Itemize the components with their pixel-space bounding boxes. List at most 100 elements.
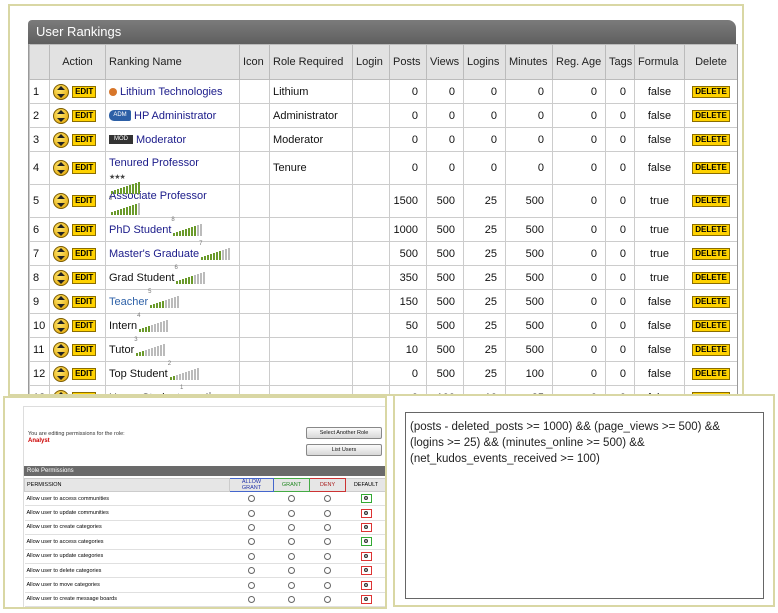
deny-radio[interactable] xyxy=(324,538,331,546)
edit-button[interactable]: EDIT xyxy=(72,133,97,146)
reorder-arrows-icon[interactable] xyxy=(53,221,69,238)
delete-button[interactable]: DELETE xyxy=(692,223,730,236)
allow-grant-radio[interactable] xyxy=(248,509,255,517)
edit-button[interactable]: EDIT xyxy=(72,195,97,207)
deny-radio[interactable] xyxy=(324,567,331,575)
grant-radio[interactable] xyxy=(288,581,295,589)
delete-button[interactable]: DELETE xyxy=(692,247,730,260)
grant-radio[interactable] xyxy=(288,495,295,503)
header-index xyxy=(29,44,50,80)
formula-cell: true xyxy=(634,241,685,266)
permission-label: Allow user to move categories xyxy=(24,577,230,593)
default-radio[interactable] xyxy=(360,508,372,518)
allow-grant-radio[interactable] xyxy=(248,595,255,603)
row-index: 2 xyxy=(29,103,50,128)
tags-cell: 0 xyxy=(605,103,635,128)
reorder-arrows-icon[interactable] xyxy=(53,317,69,334)
edit-button[interactable]: EDIT xyxy=(72,109,97,122)
reorder-arrows-icon[interactable] xyxy=(53,83,69,100)
edit-button[interactable]: EDIT xyxy=(72,367,97,380)
deny-radio[interactable] xyxy=(324,509,331,517)
delete-button[interactable]: DELETE xyxy=(692,319,730,332)
delete-button[interactable]: DELETE xyxy=(692,162,730,175)
ranking-name[interactable]: Moderator xyxy=(136,134,186,146)
posts-cell: 0 xyxy=(389,361,427,386)
ranking-name[interactable]: PhD Student xyxy=(109,224,171,236)
delete-button[interactable]: DELETE xyxy=(692,195,730,208)
logins-cell: 25 xyxy=(463,184,506,218)
list-users-button[interactable]: List Users xyxy=(306,444,382,456)
grant-radio[interactable] xyxy=(288,595,295,603)
minutes-cell: 100 xyxy=(505,361,553,386)
grant-radio[interactable] xyxy=(288,523,295,531)
ranking-name[interactable]: Tenured Professor xyxy=(109,157,199,169)
allow-grant-radio[interactable] xyxy=(248,552,255,560)
default-radio[interactable] xyxy=(360,566,372,576)
delete-button[interactable]: DELETE xyxy=(692,109,730,122)
grant-radio[interactable] xyxy=(288,567,295,575)
header-views: Views xyxy=(426,44,464,80)
rank-bars-icon: 5 xyxy=(148,289,180,308)
grant-radio[interactable] xyxy=(288,538,295,546)
icon-cell xyxy=(239,361,270,386)
allow-grant-radio[interactable] xyxy=(248,523,255,531)
permission-label: Allow user to create categories xyxy=(24,520,230,536)
delete-button[interactable]: DELETE xyxy=(692,343,730,356)
delete-button[interactable]: DELETE xyxy=(692,367,730,380)
ranking-name[interactable]: Master's Graduate xyxy=(109,248,199,260)
reorder-arrows-icon[interactable] xyxy=(53,269,69,286)
edit-button[interactable]: EDIT xyxy=(72,247,97,260)
reorder-arrows-icon[interactable] xyxy=(53,193,69,209)
grant-radio[interactable] xyxy=(288,509,295,517)
ranking-name: Intern xyxy=(109,319,138,332)
ranking-name[interactable]: Teacher xyxy=(109,296,148,308)
formula-textarea[interactable]: (posts - deleted_posts >= 1000) && (page… xyxy=(405,412,764,599)
editing-role-text: You are editing permissions for the role… xyxy=(28,431,125,437)
allow-grant-radio[interactable] xyxy=(248,495,255,503)
edit-button[interactable]: EDIT xyxy=(72,271,97,284)
default-radio[interactable] xyxy=(360,494,372,504)
default-radio[interactable] xyxy=(360,537,372,547)
deny-radio[interactable] xyxy=(324,581,331,589)
ranking-name[interactable]: Grad Student xyxy=(109,272,174,284)
ranking-name[interactable]: HP Administrator xyxy=(134,110,216,122)
edit-button[interactable]: EDIT xyxy=(72,295,97,308)
edit-button[interactable]: EDIT xyxy=(72,319,97,332)
role-required-cell xyxy=(269,217,353,242)
default-radio[interactable] xyxy=(360,551,372,561)
allow-grant-radio[interactable] xyxy=(248,567,255,575)
reorder-arrows-icon[interactable] xyxy=(53,160,69,176)
edit-button[interactable]: EDIT xyxy=(72,223,97,236)
reorder-arrows-icon[interactable] xyxy=(53,293,69,310)
reorder-arrows-icon[interactable] xyxy=(53,341,69,358)
edit-button[interactable]: EDIT xyxy=(72,162,97,174)
reorder-arrows-icon[interactable] xyxy=(53,131,69,148)
allow-grant-radio[interactable] xyxy=(248,538,255,546)
formula-cell: false xyxy=(634,79,685,104)
reorder-arrows-icon[interactable] xyxy=(53,245,69,262)
table-row: 2 EDIT ADM HP Administrator Administrator 0 0… xyxy=(29,103,737,128)
reorder-arrows-icon[interactable] xyxy=(53,365,69,382)
delete-button[interactable]: DELETE xyxy=(692,133,730,146)
reg-age-cell: 0 xyxy=(552,127,606,152)
default-radio[interactable] xyxy=(360,580,372,590)
delete-button[interactable]: DELETE xyxy=(692,271,730,284)
deny-radio[interactable] xyxy=(324,523,331,531)
default-radio[interactable] xyxy=(360,522,372,532)
minutes-cell: 500 xyxy=(505,289,553,314)
deny-radio[interactable] xyxy=(324,495,331,503)
delete-button[interactable]: DELETE xyxy=(692,85,730,98)
tags-cell: 0 xyxy=(605,337,635,362)
ranking-name[interactable]: Lithium Technologies xyxy=(120,86,223,98)
deny-radio[interactable] xyxy=(324,552,331,560)
grant-radio[interactable] xyxy=(288,552,295,560)
edit-button[interactable]: EDIT xyxy=(72,85,97,98)
deny-radio[interactable] xyxy=(324,595,331,603)
allow-grant-radio[interactable] xyxy=(248,581,255,589)
select-another-role-button[interactable]: Select Another Role xyxy=(306,427,382,439)
default-radio[interactable] xyxy=(360,594,372,604)
edit-button[interactable]: EDIT xyxy=(72,343,97,356)
delete-button[interactable]: DELETE xyxy=(692,295,730,308)
permission-row: Allow user to update categories xyxy=(24,549,385,564)
reorder-arrows-icon[interactable] xyxy=(53,107,69,124)
